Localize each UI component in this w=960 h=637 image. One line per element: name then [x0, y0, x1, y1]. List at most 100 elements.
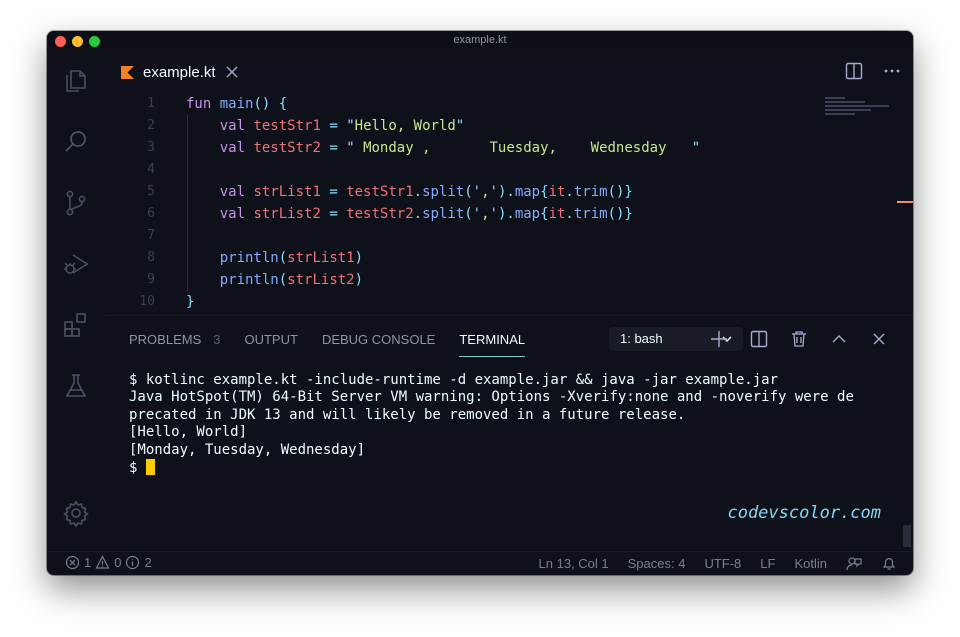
code-line[interactable]: 9 println(strList2) — [105, 269, 825, 291]
feedback-icon[interactable] — [846, 555, 862, 571]
code-token: . — [413, 184, 423, 200]
trash-icon[interactable] — [789, 329, 809, 349]
line-number: 3 — [147, 140, 155, 155]
tab-label: example.kt — [143, 63, 216, 81]
problems-count-badge: 3 — [213, 332, 221, 347]
more-actions-icon[interactable] — [883, 62, 901, 80]
code-line[interactable]: 3 val testStr2 = " Monday , Tuesday, Wed… — [105, 137, 825, 159]
close-icon[interactable] — [225, 65, 239, 79]
code-token: (' — [464, 206, 482, 222]
code-token: println — [219, 250, 279, 266]
tab-problems-label: PROBLEMS — [129, 332, 202, 347]
info-icon — [126, 555, 140, 570]
files-icon[interactable] — [61, 66, 91, 96]
watermark-text: codevscolor.com — [727, 503, 881, 523]
code-token: ) — [354, 272, 364, 288]
line-number: 8 — [147, 250, 155, 265]
line-number: 2 — [147, 118, 155, 133]
source-control-icon[interactable] — [61, 188, 91, 218]
settings-gear-icon[interactable] — [61, 498, 91, 528]
code-editor[interactable]: 1 fun main() {2 val testStr1 = "Hello, Wo… — [105, 93, 913, 315]
code-token: " — [691, 140, 701, 156]
code-token: } — [186, 294, 195, 310]
end-of-line[interactable]: LF — [760, 556, 775, 571]
split-terminal-icon[interactable] — [749, 329, 769, 349]
language-mode[interactable]: Kotlin — [794, 556, 827, 571]
code-token: " — [346, 140, 355, 156]
extensions-icon[interactable] — [61, 310, 91, 340]
code-text: fun main() { — [186, 93, 287, 115]
info-count: 2 — [144, 555, 152, 570]
tab-terminal[interactable]: TERMINAL — [459, 332, 525, 357]
code-text: println(strList2) — [186, 269, 363, 291]
code-token: " — [455, 118, 465, 134]
minimap[interactable] — [825, 97, 895, 123]
code-token: { — [540, 184, 549, 200]
code-line[interactable]: 7 — [105, 225, 825, 247]
status-bar: 1 0 2 Ln 13, Col 1 Spaces: 4 UTF-8 LF Ko… — [47, 551, 913, 575]
terminal-output[interactable]: $ kotlinc example.kt -include-runtime -d… — [129, 372, 854, 476]
code-token: ()} — [607, 184, 633, 200]
tab-output-label: OUTPUT — [244, 332, 298, 347]
problems-summary[interactable]: 1 0 2 — [65, 555, 152, 570]
code-token: testStr1 — [346, 184, 414, 200]
code-line[interactable]: 2 val testStr1 = "Hello, World" — [105, 115, 825, 137]
code-token: = — [329, 206, 338, 222]
new-terminal-icon[interactable] — [709, 329, 729, 349]
code-token: (' — [464, 184, 482, 200]
code-token: map — [514, 184, 541, 200]
code-token: { — [540, 206, 549, 222]
testing-icon[interactable] — [61, 371, 91, 401]
warning-icon — [95, 555, 110, 569]
vscode-window: example.kt example.kt 1 fun main() {2 v… — [47, 31, 913, 575]
tab-problems[interactable]: PROBLEMS 3 — [129, 332, 220, 357]
code-token: trim — [573, 206, 608, 222]
editor-tab-bar: example.kt — [105, 51, 913, 93]
indentation[interactable]: Spaces: 4 — [628, 556, 686, 571]
tab-debug-console[interactable]: DEBUG CONSOLE — [322, 332, 435, 357]
code-token: ()} — [607, 206, 633, 222]
overview-ruler-marker — [897, 201, 913, 203]
code-token: val — [219, 206, 246, 222]
code-token: " — [346, 118, 355, 134]
terminal-line: [Monday, Tuesday, Wednesday] — [129, 441, 366, 458]
close-panel-icon[interactable] — [869, 329, 889, 349]
line-number: 6 — [147, 206, 155, 221]
terminal-prompt-line[interactable]: $ — [129, 458, 854, 476]
code-token: '). — [489, 184, 515, 200]
code-token: val — [219, 140, 246, 156]
terminal-scrollbar[interactable] — [903, 525, 911, 547]
run-debug-icon[interactable] — [61, 249, 91, 279]
terminal-cursor — [145, 458, 155, 475]
window-title: example.kt — [453, 34, 507, 46]
terminal-selector-value: 1: bash — [620, 331, 663, 346]
code-token: val — [219, 184, 246, 200]
search-icon[interactable] — [61, 127, 91, 157]
code-token: , — [481, 184, 490, 200]
tab-example-kt[interactable]: example.kt — [105, 51, 255, 93]
tab-output[interactable]: OUTPUT — [244, 332, 297, 357]
code-line[interactable]: 10} — [105, 291, 825, 313]
code-line[interactable]: 5 val strList1 = testStr1.split(',').map… — [105, 181, 825, 203]
cursor-position[interactable]: Ln 13, Col 1 — [539, 556, 609, 571]
line-number: 4 — [147, 162, 155, 177]
code-line[interactable]: 1 fun main() { — [105, 93, 825, 115]
code-token: testStr2 — [346, 206, 414, 222]
code-line[interactable]: 8 println(strList1) — [105, 247, 825, 269]
bell-icon[interactable] — [881, 555, 897, 571]
code-token: split — [422, 206, 465, 222]
encoding[interactable]: UTF-8 — [704, 556, 741, 571]
code-text: val strList2 = testStr2.split(',').map{i… — [186, 203, 633, 225]
code-line[interactable]: 4 — [105, 159, 825, 181]
code-token: main — [219, 96, 254, 112]
split-editor-icon[interactable] — [845, 62, 863, 80]
code-text: } — [186, 291, 194, 313]
line-number: 5 — [147, 184, 155, 199]
code-token: println — [219, 272, 279, 288]
maximize-panel-icon[interactable] — [829, 329, 849, 349]
code-line[interactable]: 6 val strList2 = testStr2.split(',').map… — [105, 203, 825, 225]
